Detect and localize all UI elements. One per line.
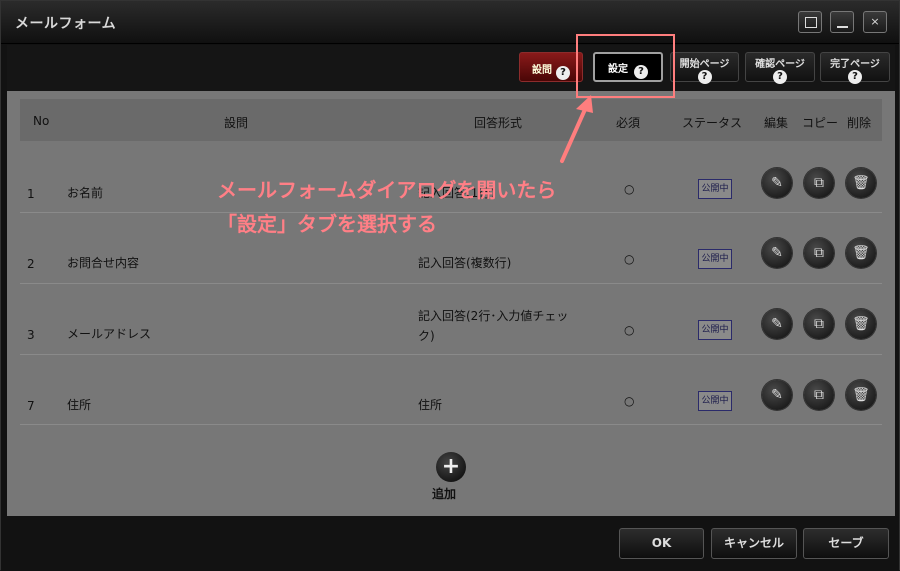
copy-icon[interactable]: ⧉ xyxy=(804,168,834,198)
header-required: 必須 xyxy=(616,116,641,130)
mail-form-dialog: メールフォーム × 設問? 設定? 開始ページ? 確認ページ? 完了ページ? N… xyxy=(0,0,900,571)
row-no: 2 xyxy=(27,257,35,271)
tab-bar: 設問? 設定? 開始ページ? 確認ページ? 完了ページ? xyxy=(7,45,895,91)
status-badge[interactable]: 公開中 xyxy=(698,179,732,199)
header-copy: コピー xyxy=(802,116,839,130)
table-header: No 設問 回答形式 必須 ステータス 編集 コピー 削除 xyxy=(20,99,882,141)
maximize-button[interactable] xyxy=(798,11,822,33)
minimize-button[interactable] xyxy=(830,11,854,33)
trash-icon[interactable]: 🗑 xyxy=(846,380,876,410)
edit-icon[interactable]: ✎ xyxy=(762,168,792,198)
header-edit: 編集 xyxy=(764,116,789,130)
help-icon[interactable]: ? xyxy=(773,70,787,84)
edit-icon[interactable]: ✎ xyxy=(762,238,792,268)
row-no: 7 xyxy=(27,399,35,413)
copy-icon[interactable]: ⧉ xyxy=(804,238,834,268)
header-format: 回答形式 xyxy=(474,116,523,130)
row-required: ○ xyxy=(624,182,635,196)
row-format-line2: ク) xyxy=(418,329,435,343)
tab-confirm-page-label: 確認ページ xyxy=(755,59,805,70)
header-status: ステータス xyxy=(682,116,743,130)
row-no: 3 xyxy=(27,328,35,342)
help-icon[interactable]: ? xyxy=(697,70,712,84)
help-icon[interactable]: ? xyxy=(634,65,648,79)
tab-complete-page-label: 完了ページ xyxy=(830,59,880,70)
help-icon[interactable]: ? xyxy=(556,66,570,80)
row-divider xyxy=(20,283,882,284)
row-format: 記入回答(複数行) xyxy=(418,256,512,270)
row-question: お問合せ内容 xyxy=(67,256,140,270)
row-format-line1: 記入回答(2行･入力値チェッ xyxy=(418,309,569,323)
row-no: 1 xyxy=(27,187,35,201)
questions-panel: No 設問 回答形式 必須 ステータス 編集 コピー 削除 1 お名前 記入回答… xyxy=(7,91,895,516)
annotation-text: メールフォームダイアログを開いたら 「設定」タブを選択する xyxy=(217,173,556,241)
copy-icon[interactable]: ⧉ xyxy=(804,380,834,410)
row-required: ○ xyxy=(624,252,635,266)
tab-questions-label: 設問 xyxy=(532,65,552,76)
save-button[interactable]: セーブ xyxy=(803,528,889,559)
status-badge[interactable]: 公開中 xyxy=(698,320,732,340)
edit-icon[interactable]: ✎ xyxy=(762,380,792,410)
dialog-title: メールフォーム xyxy=(15,16,117,32)
tab-confirm-page[interactable]: 確認ページ? xyxy=(745,52,815,84)
tab-settings[interactable]: 設定? xyxy=(593,52,663,82)
help-icon[interactable]: ? xyxy=(848,70,862,84)
trash-icon[interactable]: 🗑 xyxy=(846,168,876,198)
header-question: 設問 xyxy=(224,116,249,130)
annotation-line-1: メールフォームダイアログを開いたら xyxy=(217,178,557,202)
close-icon: × xyxy=(870,15,880,28)
row-format: 住所 xyxy=(418,398,443,412)
row-question: お名前 xyxy=(67,186,104,200)
close-button[interactable]: × xyxy=(863,11,887,33)
row-required: ○ xyxy=(624,323,635,337)
header-no: No xyxy=(33,114,50,128)
add-question-button[interactable]: + xyxy=(436,452,466,482)
status-badge[interactable]: 公開中 xyxy=(698,391,732,411)
edit-icon[interactable]: ✎ xyxy=(762,309,792,339)
tab-questions[interactable]: 設問? xyxy=(519,52,583,82)
tab-complete-page[interactable]: 完了ページ? xyxy=(820,52,890,84)
row-question: メールアドレス xyxy=(67,327,152,341)
row-divider xyxy=(20,424,882,425)
ok-button[interactable]: OK xyxy=(619,528,704,559)
row-question: 住所 xyxy=(67,398,92,412)
status-badge[interactable]: 公開中 xyxy=(698,249,732,269)
cancel-button[interactable]: キャンセル xyxy=(711,528,797,559)
tab-start-page-label: 開始ページ xyxy=(679,59,730,70)
row-divider xyxy=(20,354,882,355)
tab-start-page[interactable]: 開始ページ? xyxy=(670,52,739,84)
header-delete: 削除 xyxy=(847,116,872,130)
footer: OK キャンセル セーブ xyxy=(1,517,899,571)
row-required: ○ xyxy=(624,394,635,408)
annotation-line-2: 「設定」タブを選択する xyxy=(217,212,437,236)
tab-settings-label: 設定 xyxy=(608,64,628,75)
trash-icon[interactable]: 🗑 xyxy=(846,238,876,268)
add-label: 追加 xyxy=(432,487,457,501)
title-bar: メールフォーム × xyxy=(1,1,899,44)
copy-icon[interactable]: ⧉ xyxy=(804,309,834,339)
trash-icon[interactable]: 🗑 xyxy=(846,309,876,339)
